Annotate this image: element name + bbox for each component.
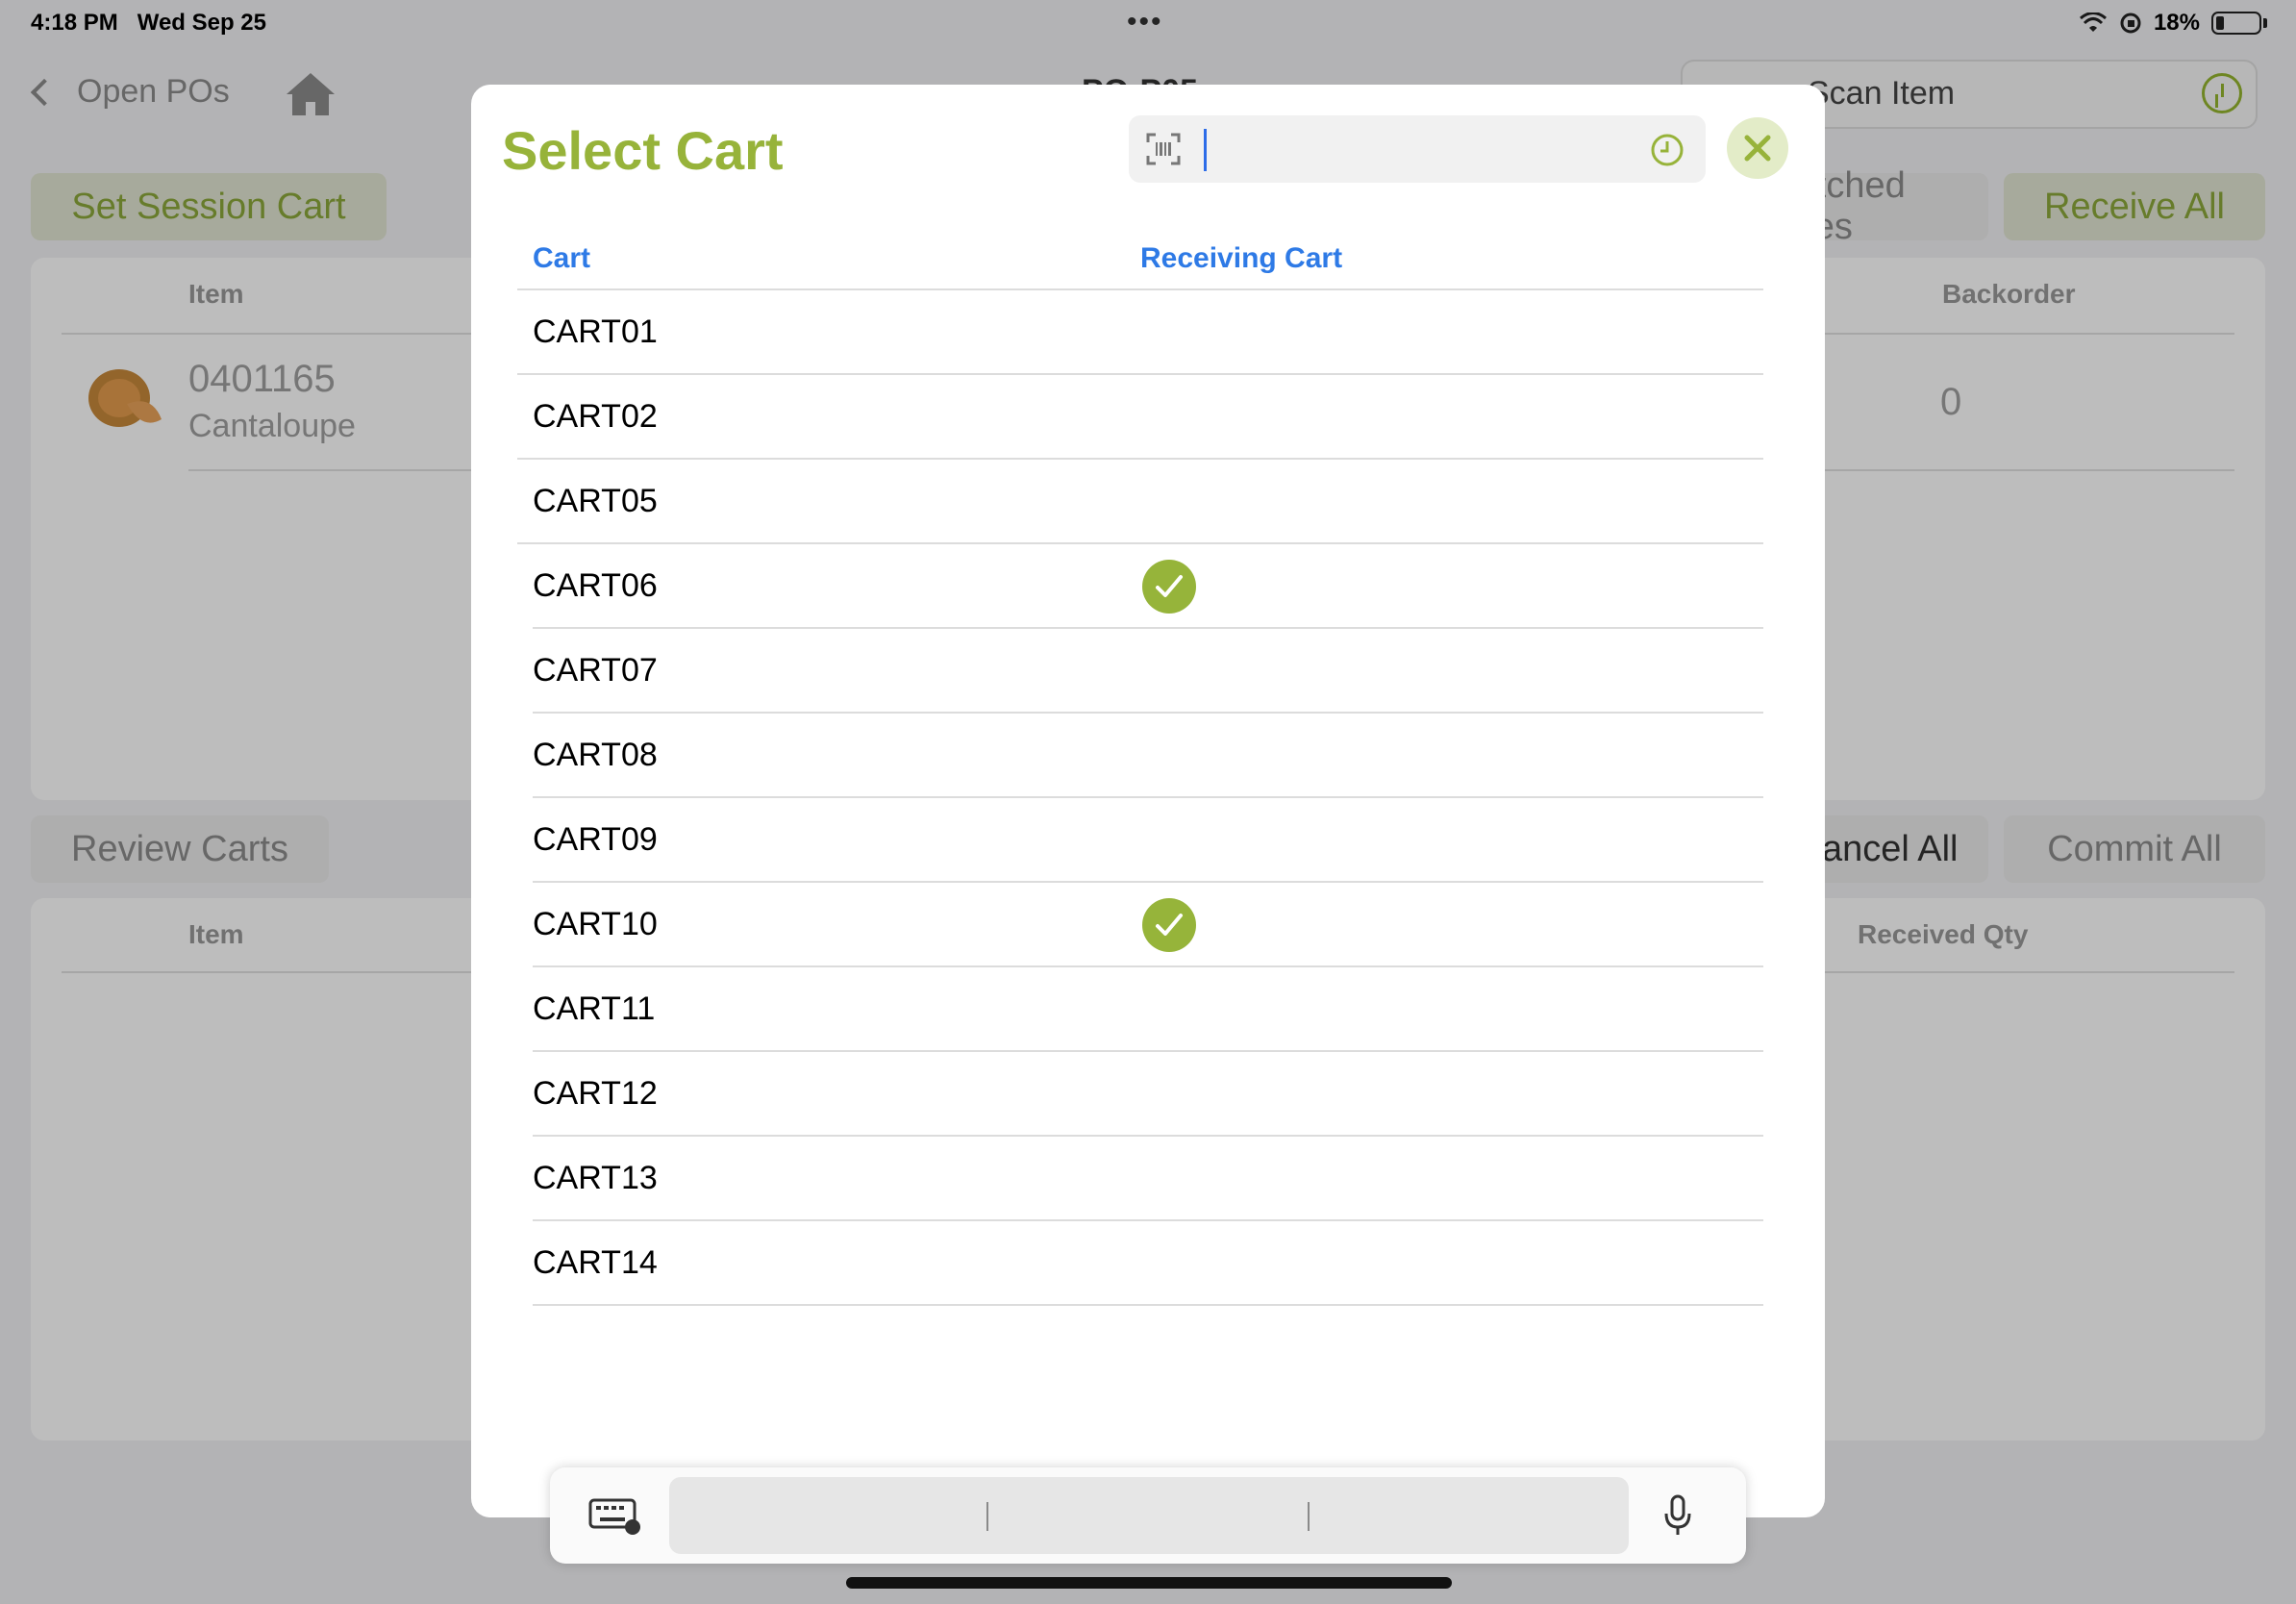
cart-name: CART07 — [533, 652, 658, 689]
col-header-cart[interactable]: Cart — [533, 242, 590, 275]
cart-row[interactable]: CART01 — [517, 290, 1763, 375]
close-button[interactable] — [1727, 117, 1788, 179]
cart-name: CART09 — [533, 821, 658, 858]
cart-name: CART05 — [533, 483, 658, 519]
predictive-text-bar[interactable] — [669, 1477, 1629, 1554]
cart-name: CART11 — [533, 990, 656, 1027]
cart-row[interactable]: CART02 — [517, 375, 1763, 460]
home-indicator[interactable] — [846, 1577, 1452, 1589]
text-caret — [1204, 129, 1207, 171]
cart-table: Cart Receiving Cart CART01 CART02 CART05 CA… — [517, 223, 1763, 1306]
cart-row[interactable]: CART06 — [533, 544, 1763, 629]
cart-row[interactable]: CART11 — [533, 967, 1763, 1052]
microphone-icon[interactable] — [1661, 1494, 1694, 1537]
close-icon — [1744, 135, 1771, 162]
cart-row[interactable]: CART09 — [533, 798, 1763, 883]
cart-name: CART14 — [533, 1244, 658, 1281]
cart-name: CART12 — [533, 1075, 658, 1112]
cart-row[interactable]: CART14 — [533, 1221, 1763, 1306]
receiving-cart-check-icon — [1142, 898, 1196, 952]
cart-name: CART06 — [533, 567, 658, 604]
cart-name: CART13 — [533, 1160, 658, 1196]
cart-name: CART08 — [533, 737, 658, 773]
cart-table-header: Cart Receiving Cart — [517, 223, 1763, 290]
receiving-cart-check-icon — [1142, 560, 1196, 614]
select-cart-modal: Select Cart Cart Receiving Cart CART01 CA… — [471, 85, 1825, 1517]
cart-search-field[interactable] — [1129, 115, 1706, 183]
history-clock-icon[interactable] — [1650, 133, 1685, 167]
cart-row[interactable]: CART05 — [517, 460, 1763, 544]
barcode-scan-icon[interactable] — [1146, 133, 1181, 165]
cart-row[interactable]: CART12 — [533, 1052, 1763, 1137]
cart-row[interactable]: CART13 — [533, 1137, 1763, 1221]
cart-row[interactable]: CART07 — [533, 629, 1763, 714]
col-header-receiving-cart[interactable]: Receiving Cart — [1140, 242, 1342, 275]
modal-title: Select Cart — [502, 120, 784, 181]
cart-row[interactable]: CART10 — [533, 883, 1763, 967]
cart-row[interactable]: CART08 — [533, 714, 1763, 798]
cart-name: CART01 — [533, 313, 658, 350]
cart-name: CART10 — [533, 906, 658, 942]
keyboard-shortcut-bar — [550, 1467, 1746, 1564]
keyboard-icon[interactable] — [588, 1498, 642, 1535]
cart-name: CART02 — [533, 398, 658, 435]
